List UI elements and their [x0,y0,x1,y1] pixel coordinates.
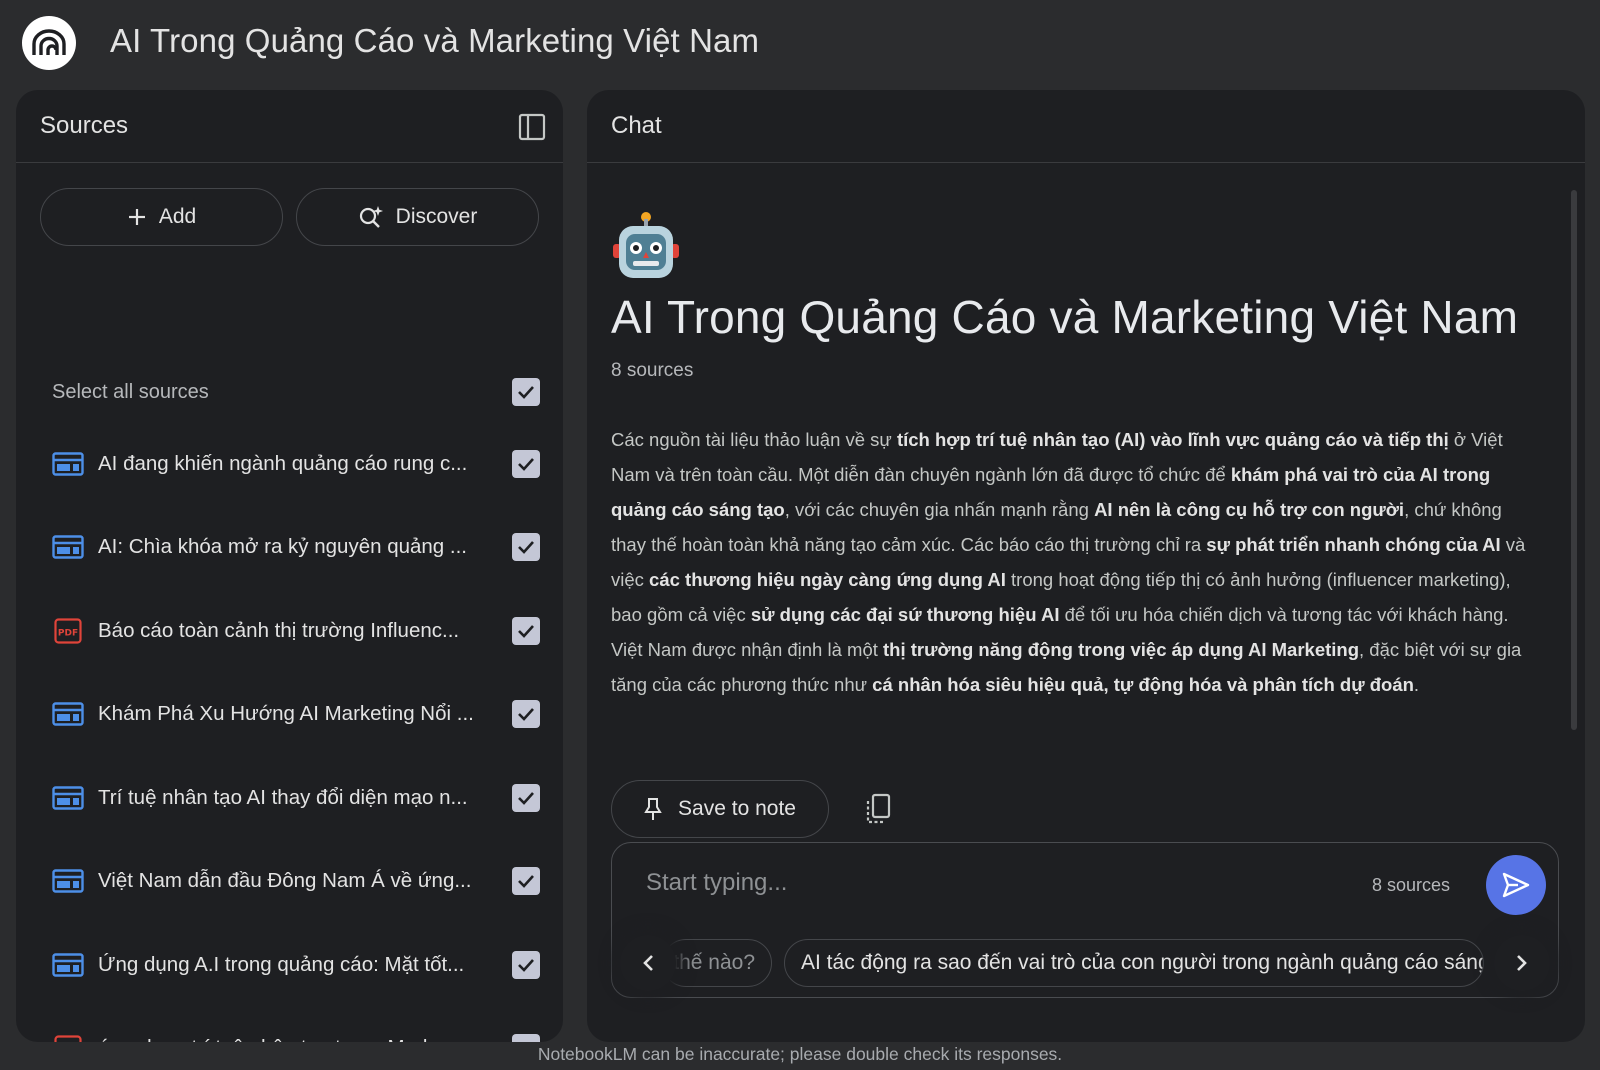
source-item[interactable]: AI đang khiến ngành quảng cáo rung c... [52,422,540,506]
summary-highlight: thị trường năng động trong việc áp dụng … [883,639,1360,660]
summary-highlight: AI nên là công cụ hỗ trợ con người [1094,499,1405,520]
source-count: 8 sources [611,360,694,381]
web-article-icon [52,785,84,811]
sources-header: Sources [16,90,563,163]
collapse-panel-icon[interactable] [517,112,547,142]
disclaimer: NotebookLM can be inaccurate; please dou… [537,1044,1063,1064]
summary-highlight: các thương hiệu ngày càng ứng dụng AI [649,569,1006,590]
source-checkbox[interactable] [512,700,540,729]
save-to-note-button[interactable]: Save to note [611,780,829,838]
search-sparkle-icon [359,206,383,228]
top-bar: AI Trong Quảng Cáo và Marketing Việt Nam [0,0,1600,88]
source-list: AI đang khiến ngành quảng cáo rung c... A… [52,422,540,1042]
discover-button[interactable]: Discover [296,188,539,246]
source-checkbox[interactable] [512,950,540,979]
svg-text:PDF: PDF [58,628,78,638]
chevron-right-icon[interactable] [1494,935,1550,991]
source-item[interactable]: PDF Báo cáo toàn cảnh thị trường Influenc… [52,589,540,673]
chat-panel: Chat AI Trong Quảng Cáo và Marketing Việ… [587,90,1585,1042]
send-icon [1502,872,1530,898]
copy-icon[interactable] [863,792,893,826]
source-checkbox[interactable] [512,533,540,562]
source-title: AI: Chìa khóa mở ra kỷ nguyên quảng ... [98,535,467,559]
source-title: Báo cáo toàn cảnh thị trường Influenc... [98,618,460,642]
web-article-icon [52,451,84,477]
add-source-button[interactable]: Add [40,188,283,246]
add-source-label: Add [158,205,197,228]
notebook-title-header[interactable]: AI Trong Quảng Cáo và Marketing Việt Nam [110,22,759,60]
source-item[interactable]: AI: Chìa khóa mở ra kỷ nguyên quảng ... [52,506,540,590]
source-item[interactable]: Khám Phá Xu Hướng AI Marketing Nổi ... [52,673,540,757]
sources-panel: Sources Add Discover Select all sources [16,90,563,1042]
summary-text: Các nguồn tài liệu thảo luận về sự [611,429,897,450]
chat-scrollbar[interactable] [1571,190,1577,730]
send-button[interactable] [1486,855,1546,915]
save-to-note-label: Save to note [678,797,796,820]
summary-text: . [1413,674,1420,695]
notebook-summary: Các nguồn tài liệu thảo luận về sự tích … [611,422,1541,702]
select-all-label: Select all sources [52,380,209,403]
suggestion-carousel: thế nào? AI tác động ra sao đến vai trò … [612,935,1558,991]
source-title: AI đang khiến ngành quảng cáo rung c... [98,451,468,475]
source-checkbox[interactable] [512,867,540,896]
source-title: Việt Nam dẫn đầu Đông Nam Á về ứng... [98,869,472,893]
web-article-icon [52,534,84,560]
suggestion-chip[interactable]: AI tác động ra sao đến vai trò của con n… [784,939,1484,987]
source-item[interactable]: Ứng dụng A.I trong quảng cáo: Mặt tốt... [52,923,540,1007]
source-item[interactable]: Việt Nam dẫn đầu Đông Nam Á về ứng... [52,840,540,924]
source-checkbox[interactable] [512,616,540,645]
summary-highlight: tích hợp trí tuệ nhân tạo (AI) vào lĩnh … [896,429,1449,450]
chevron-left-icon[interactable] [620,935,676,991]
chat-header-label: Chat [611,112,662,139]
sources-header-label: Sources [40,112,129,139]
web-article-icon [52,701,84,727]
source-checkbox[interactable] [512,449,540,478]
source-checkbox[interactable] [512,1034,540,1042]
chat-header: Chat [587,90,1585,163]
suggestion-chip[interactable]: thế nào? [662,939,772,987]
source-checkbox[interactable] [512,783,540,812]
source-item[interactable]: Trí tuệ nhân tạo AI thay đổi diện mạo n.… [52,756,540,840]
notebooklm-logo-icon[interactable] [22,16,76,70]
notebook-title: AI Trong Quảng Cáo và Marketing Việt Nam [611,291,1519,343]
pdf-icon: PDF [52,618,84,644]
source-title: Khám Phá Xu Hướng AI Marketing Nổi ... [98,702,474,726]
summary-highlight: sử dụng các đại sứ thương hiệu AI [750,604,1060,625]
source-title: Ứng dụng A.I trong quảng cáo: Mặt tốt... [98,952,465,976]
pin-icon [644,798,662,820]
web-article-icon [52,952,84,978]
source-title: Trí tuệ nhân tạo AI thay đổi diện mạo n.… [98,785,468,809]
summary-text: , với các chuyên gia nhấn mạnh rằng [784,499,1095,520]
summary-highlight: sự phát triển nhanh chóng của AI [1206,534,1501,555]
composer-source-count: 8 sources [1371,875,1450,895]
select-all-sources-row[interactable]: Select all sources [52,372,540,412]
chat-composer: Start typing... 8 sources thế nào? AI tá… [611,842,1559,998]
discover-label: Discover [395,205,478,228]
pdf-icon: PDF [52,1035,84,1042]
summary-highlight: cá nhân hóa siêu hiệu quả, tự động hóa v… [872,674,1414,695]
source-item[interactable]: PDF ứng dụng trí tuệ nhân tạo trong Marke… [52,1007,540,1042]
web-article-icon [52,868,84,894]
select-all-checkbox[interactable] [512,378,540,406]
robot-emoji-icon [611,210,681,282]
source-title: ứng dụng trí tuệ nhân tạo trong Marke... [98,1036,498,1042]
chat-content: AI Trong Quảng Cáo và Marketing Việt Nam… [611,210,1541,702]
plus-icon [128,209,145,225]
chat-input[interactable]: Start typing... [646,869,787,897]
